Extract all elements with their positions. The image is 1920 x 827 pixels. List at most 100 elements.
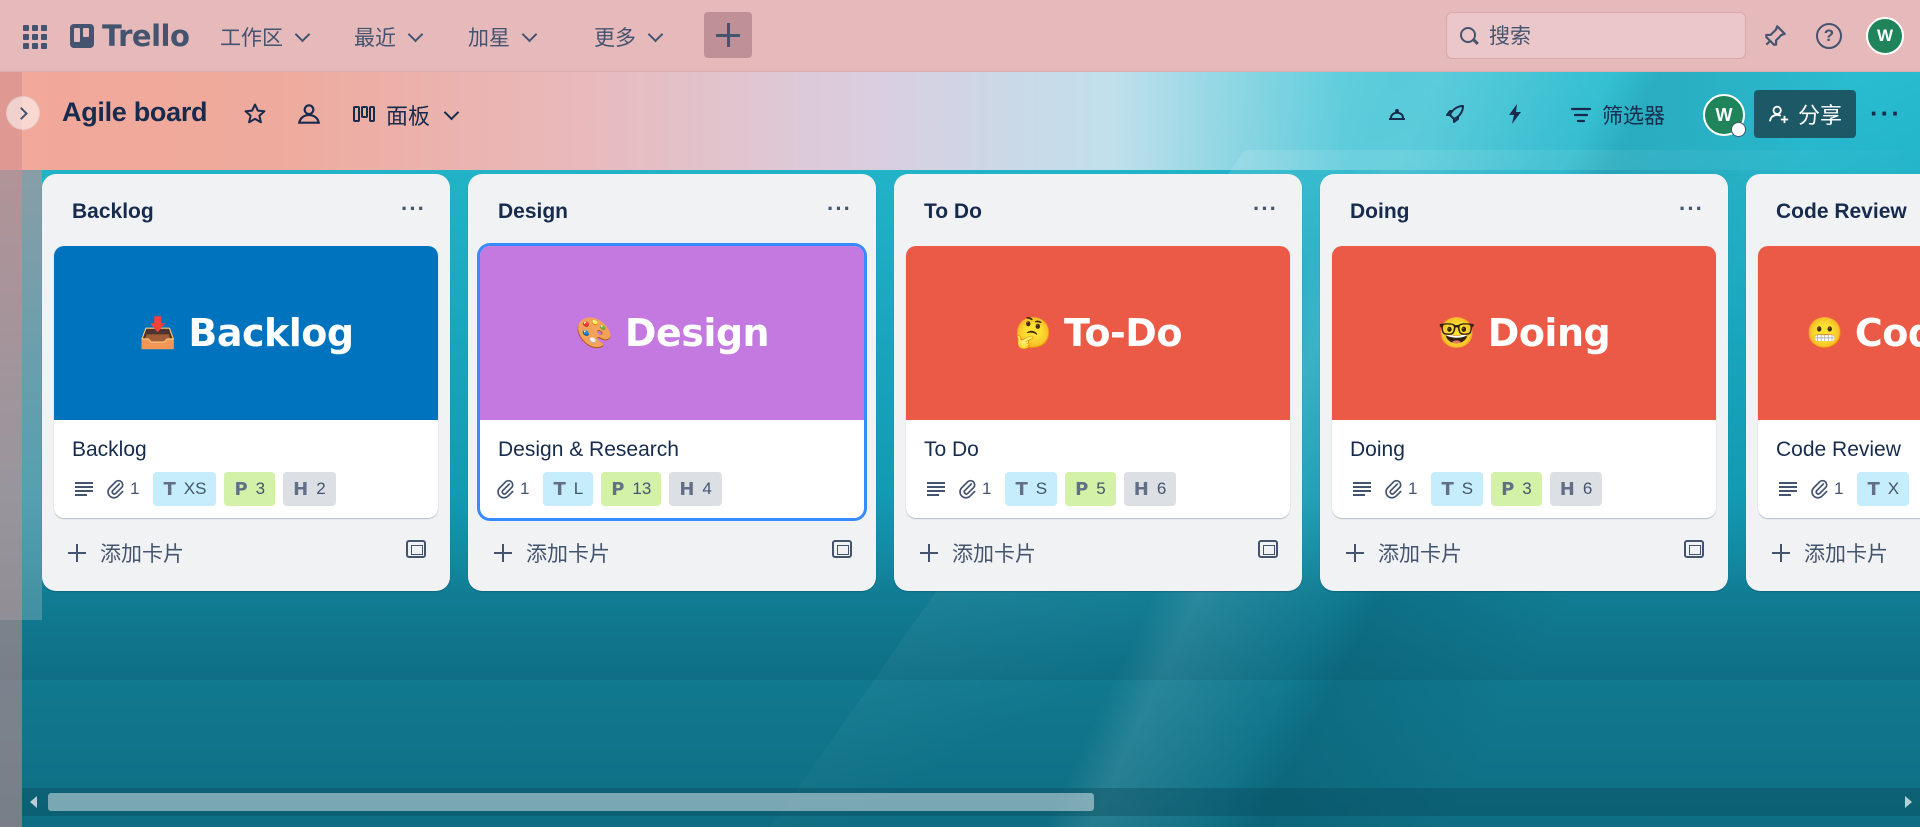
tshirt-size-icon: T xyxy=(1015,478,1028,500)
card-cover: 🤔 To-Do xyxy=(906,246,1290,420)
more-icon[interactable]: ··· xyxy=(1866,96,1906,130)
add-card-button[interactable]: 添加卡片 xyxy=(494,538,610,568)
add-card-label: 添加卡片 xyxy=(952,542,1036,566)
menu-more[interactable]: 更多 xyxy=(586,18,669,56)
attachment-badge: 1 xyxy=(1384,479,1417,499)
add-card-label: 添加卡片 xyxy=(1804,542,1888,566)
attachment-icon xyxy=(959,479,976,499)
add-card-button[interactable]: 添加卡片 xyxy=(1772,538,1888,568)
menu-starred[interactable]: 加星 xyxy=(460,18,543,56)
add-card-button[interactable]: 添加卡片 xyxy=(1346,538,1462,568)
card-template-icon[interactable] xyxy=(406,540,426,558)
cover-emoji-icon: 🤔 xyxy=(1014,315,1052,351)
tshirt-size: S xyxy=(1035,479,1048,498)
attachment-icon xyxy=(1811,479,1828,499)
description-icon xyxy=(70,475,98,503)
horizontal-scrollbar[interactable] xyxy=(22,788,1920,816)
list-title[interactable]: To Do xyxy=(924,200,982,224)
add-card-button[interactable]: 添加卡片 xyxy=(68,538,184,568)
add-card-button[interactable]: 添加卡片 xyxy=(920,538,1036,568)
hours-icon: H xyxy=(1133,478,1149,500)
list-menu-icon[interactable]: ··· xyxy=(1679,196,1704,222)
user-avatar[interactable]: W xyxy=(1866,17,1904,55)
card-template-icon[interactable] xyxy=(832,540,852,558)
list-backlog[interactable]: Backlog ··· 📥 Backlog Backlog 1 T XS P3 H… xyxy=(42,174,450,591)
tshirt-size-icon: T xyxy=(553,478,566,500)
card-template-icon[interactable] xyxy=(1684,540,1704,558)
plus-icon xyxy=(920,544,938,562)
scrollbar-thumb[interactable] xyxy=(48,793,1094,811)
card-cover: 📥 Backlog xyxy=(54,246,438,420)
story-points-icon: P xyxy=(234,478,248,500)
list-title[interactable]: Doing xyxy=(1350,200,1409,224)
description-icon xyxy=(922,475,950,503)
add-card-label: 添加卡片 xyxy=(526,542,610,566)
scroll-left-icon[interactable] xyxy=(30,796,37,808)
attachment-count: 1 xyxy=(982,479,992,498)
story-points: 5 xyxy=(1096,479,1106,498)
notification-icon[interactable] xyxy=(1760,21,1790,51)
card-name: Backlog xyxy=(72,438,147,461)
search-box[interactable] xyxy=(1446,12,1746,59)
trello-logo-icon xyxy=(70,24,94,48)
create-button[interactable] xyxy=(704,12,752,58)
chevron-down-icon xyxy=(647,26,664,42)
card-badges: 1 TS P5 H6 xyxy=(922,471,1177,507)
filter-label: 筛选器 xyxy=(1602,104,1665,128)
power-up-icon[interactable] xyxy=(1382,99,1412,129)
scroll-right-icon[interactable] xyxy=(1905,796,1912,808)
tshirt-size-badge: TS xyxy=(1005,472,1058,506)
attachment-icon xyxy=(497,479,514,499)
plus-icon xyxy=(716,23,740,47)
visibility-icon[interactable] xyxy=(294,99,324,129)
cover-emoji-icon: 😬 xyxy=(1806,315,1843,351)
list-menu-icon[interactable]: ··· xyxy=(1253,196,1278,222)
menu-more-label: 更多 xyxy=(594,27,636,50)
chevron-down-icon xyxy=(294,26,311,42)
cover-text: To-Do xyxy=(1064,311,1182,355)
board-title[interactable]: Agile board xyxy=(62,97,208,128)
story-points: 3 xyxy=(1522,479,1532,498)
trello-logo[interactable]: Trello xyxy=(70,19,190,53)
list-design[interactable]: Design ··· 🎨 Design Design & Research 1 … xyxy=(468,174,876,591)
card-name: To Do xyxy=(924,438,979,461)
list-title[interactable]: Backlog xyxy=(72,200,154,224)
star-icon[interactable] xyxy=(240,99,270,129)
card[interactable]: 📥 Backlog Backlog 1 T XS P3 H2 xyxy=(54,246,438,518)
share-button[interactable]: 分享 xyxy=(1754,90,1856,138)
story-points-badge: P 13 xyxy=(601,472,662,506)
card-template-icon[interactable] xyxy=(1258,540,1278,558)
search-input[interactable] xyxy=(1489,23,1729,48)
list-title[interactable]: Design xyxy=(498,200,568,224)
list-menu-icon[interactable]: ··· xyxy=(827,196,852,222)
menu-workspaces[interactable]: 工作区 xyxy=(212,18,316,56)
hours-badge: H4 xyxy=(669,472,722,506)
card[interactable]: 🎨 Design Design & Research 1 TL P 13 H4 xyxy=(480,246,864,518)
list-title[interactable]: Code Review xyxy=(1776,200,1907,224)
menu-starred-label: 加星 xyxy=(468,27,510,50)
card[interactable]: 😬 Cod Code Review 1 TX xyxy=(1758,246,1920,518)
list-to-do[interactable]: To Do ··· 🤔 To-Do To Do 1 TS P5 H6 添加卡片 xyxy=(894,174,1302,591)
hours-badge: H6 xyxy=(1123,472,1177,506)
story-points-icon: P xyxy=(1501,478,1515,500)
rocket-icon[interactable] xyxy=(1440,99,1470,129)
card[interactable]: 🤓 Doing Doing 1 TS P3 H6 xyxy=(1332,246,1716,518)
tshirt-size-icon: T xyxy=(1441,478,1454,500)
help-icon[interactable]: ? xyxy=(1814,21,1844,51)
card[interactable]: 🤔 To-Do To Do 1 TS P5 H6 xyxy=(906,246,1290,518)
hours-icon: H xyxy=(679,478,695,500)
board-member-avatar[interactable]: W xyxy=(1703,94,1746,137)
hours-icon: H xyxy=(293,478,309,500)
card-cover: 🎨 Design xyxy=(480,246,864,420)
sidebar-expand-button[interactable] xyxy=(6,96,40,130)
app-switcher-icon[interactable] xyxy=(22,24,48,50)
list-doing[interactable]: Doing ··· 🤓 Doing Doing 1 TS P3 H6 添加卡片 xyxy=(1320,174,1728,591)
list-menu-icon[interactable]: ··· xyxy=(401,196,426,222)
list-code-review[interactable]: Code Review 😬 Cod Code Review 1 TX 添加卡片 xyxy=(1746,174,1920,591)
board-view-label: 面板 xyxy=(386,105,431,130)
menu-recent[interactable]: 最近 xyxy=(346,18,429,56)
lightning-icon[interactable] xyxy=(1500,99,1530,129)
filter-button[interactable]: 筛选器 xyxy=(1570,94,1665,136)
board-view-switcher[interactable]: 面板 xyxy=(352,94,460,136)
card-cover: 😬 Cod xyxy=(1758,246,1920,420)
